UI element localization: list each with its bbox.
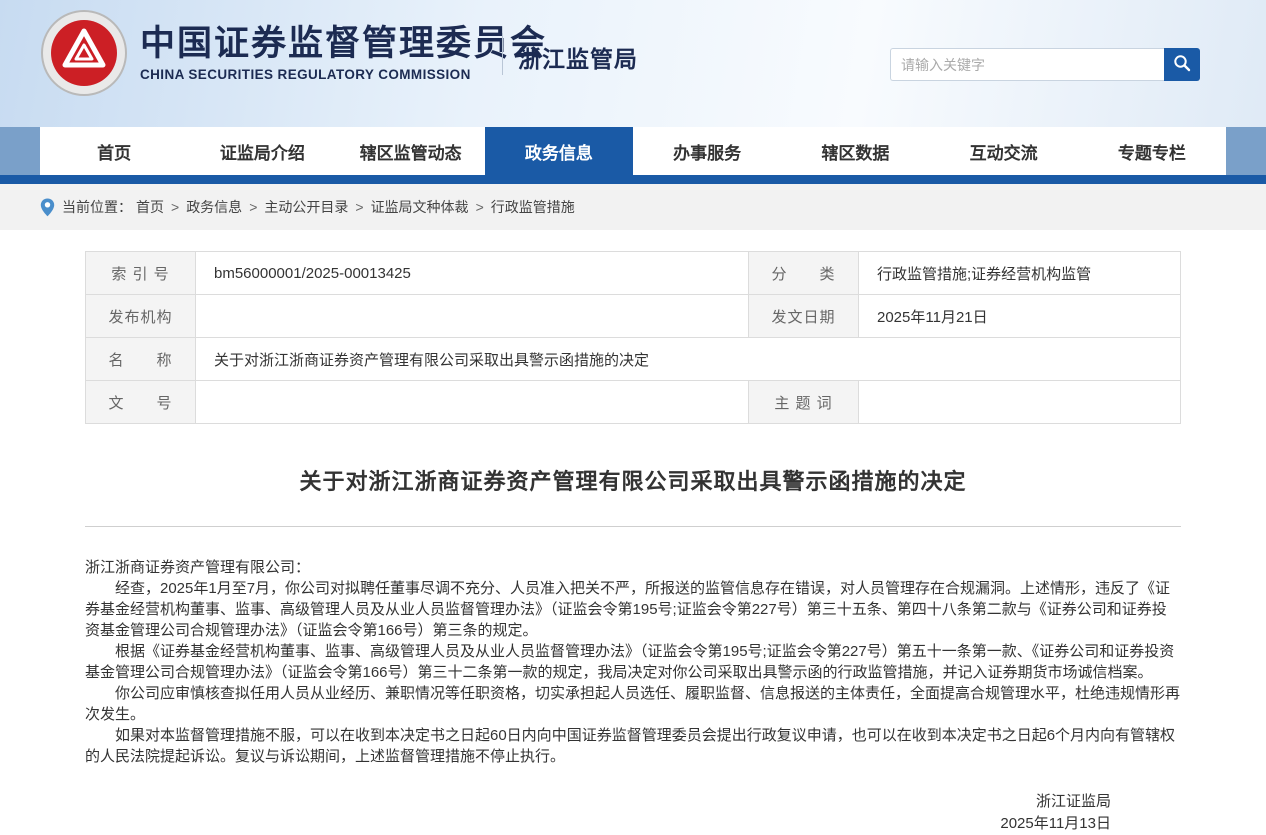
meta-name-label: 名 称 <box>86 338 196 381</box>
nav-item-regional-data[interactable]: 辖区数据 <box>781 127 929 175</box>
nav-item-home[interactable]: 首页 <box>40 127 188 175</box>
csrc-logo[interactable] <box>40 9 128 97</box>
doc-paragraph: 根据《证券基金经营机构董事、监事、高级管理人员及从业人员监督管理办法》（证监会令… <box>85 641 1181 683</box>
org-name-en: CHINA SECURITIES REGULATORY COMMISSION <box>140 67 547 82</box>
breadcrumb-item-public-catalog[interactable]: 主动公开目录 <box>264 197 348 217</box>
document-body: 浙江浙商证券资产管理有限公司： 经查，2025年1月至7月，你公司对拟聘任董事尽… <box>85 557 1181 767</box>
nav-item-services[interactable]: 办事服务 <box>633 127 781 175</box>
breadcrumb: 当前位置： 首页 > 政务信息 > 主动公开目录 > 证监局文种体裁 > 行政监… <box>40 184 1226 230</box>
org-title-block: 中国证券监督管理委员会 CHINA SECURITIES REGULATORY … <box>140 24 547 82</box>
breadcrumb-item-admin-measures[interactable]: 行政监管措施 <box>491 197 575 217</box>
org-name-cn: 中国证券监督管理委员会 <box>140 24 547 64</box>
csrc-logo-icon <box>40 9 128 97</box>
meta-keywords-value <box>859 381 1181 424</box>
meta-category-label: 分 类 <box>749 252 859 295</box>
table-row: 索 引 号 bm56000001/2025-00013425 分 类 行政监管措… <box>86 252 1181 295</box>
breadcrumb-item-home[interactable]: 首页 <box>136 197 164 217</box>
breadcrumb-label: 当前位置： <box>62 197 132 217</box>
site-header: 中国证券监督管理委员会 CHINA SECURITIES REGULATORY … <box>0 0 1266 127</box>
meta-index-label: 索 引 号 <box>86 252 196 295</box>
breadcrumb-bar: 当前位置： 首页 > 政务信息 > 主动公开目录 > 证监局文种体裁 > 行政监… <box>0 184 1266 230</box>
table-row: 文 号 主 题 词 <box>86 381 1181 424</box>
signature-block: 浙江证监局 2025年11月13日 <box>85 791 1181 835</box>
search-icon <box>1173 54 1191 75</box>
meta-index-value: bm56000001/2025-00013425 <box>196 252 749 295</box>
signature-org: 浙江证监局 <box>85 791 1111 813</box>
search-input[interactable] <box>890 48 1164 81</box>
signature-date: 2025年11月13日 <box>85 813 1111 835</box>
doc-paragraph: 如果对本监督管理措施不服，可以在收到本决定书之日起60日内向中国证券监督管理委员… <box>85 725 1181 767</box>
nav-item-gov-info[interactable]: 政务信息 <box>485 127 633 175</box>
doc-paragraph: 你公司应审慎核查拟任用人员从业经历、兼职情况等任职资格，切实承担起人员选任、履职… <box>85 683 1181 725</box>
breadcrumb-item-gov-info[interactable]: 政务信息 <box>186 197 242 217</box>
bureau-name: 浙江监管局 <box>518 40 638 74</box>
meta-pubdate-label: 发文日期 <box>749 295 859 338</box>
breadcrumb-item-doc-types[interactable]: 证监局文种体裁 <box>371 197 469 217</box>
title-divider <box>85 526 1181 527</box>
nav-item-regional-news[interactable]: 辖区监管动态 <box>337 127 485 175</box>
meta-publisher-label: 发布机构 <box>86 295 196 338</box>
breadcrumb-separator: > <box>476 199 484 215</box>
location-pin-icon <box>40 198 55 217</box>
table-row: 发布机构 发文日期 2025年11月21日 <box>86 295 1181 338</box>
header-divider <box>502 33 503 75</box>
nav-item-interaction[interactable]: 互动交流 <box>930 127 1078 175</box>
doc-paragraph: 经查，2025年1月至7月，你公司对拟聘任董事尽调不充分、人员准入把关不严，所报… <box>85 578 1181 641</box>
meta-publisher-value <box>196 295 749 338</box>
breadcrumb-separator: > <box>249 199 257 215</box>
nav-item-special-topics[interactable]: 专题专栏 <box>1078 127 1226 175</box>
meta-pubdate-value: 2025年11月21日 <box>859 295 1181 338</box>
main-content: 索 引 号 bm56000001/2025-00013425 分 类 行政监管措… <box>40 230 1226 835</box>
search-button[interactable] <box>1164 48 1200 81</box>
meta-category-value: 行政监管措施;证券经营机构监管 <box>859 252 1181 295</box>
meta-keywords-label: 主 题 词 <box>749 381 859 424</box>
doc-salutation: 浙江浙商证券资产管理有限公司： <box>85 557 1181 578</box>
meta-name-value: 关于对浙江浙商证券资产管理有限公司采取出具警示函措施的决定 <box>196 338 1181 381</box>
breadcrumb-separator: > <box>355 199 363 215</box>
nav-underbar <box>0 175 1266 184</box>
nav-item-bureau-intro[interactable]: 证监局介绍 <box>188 127 336 175</box>
main-nav: 首页 证监局介绍 辖区监管动态 政务信息 办事服务 辖区数据 互动交流 专题专栏 <box>0 127 1266 175</box>
breadcrumb-separator: > <box>171 199 179 215</box>
table-row: 名 称 关于对浙江浙商证券资产管理有限公司采取出具警示函措施的决定 <box>86 338 1181 381</box>
meta-docno-value <box>196 381 749 424</box>
meta-docno-label: 文 号 <box>86 381 196 424</box>
search-box <box>890 48 1200 81</box>
document-meta-table: 索 引 号 bm56000001/2025-00013425 分 类 行政监管措… <box>85 251 1181 424</box>
page-title: 关于对浙江浙商证券资产管理有限公司采取出具警示函措施的决定 <box>85 464 1181 496</box>
